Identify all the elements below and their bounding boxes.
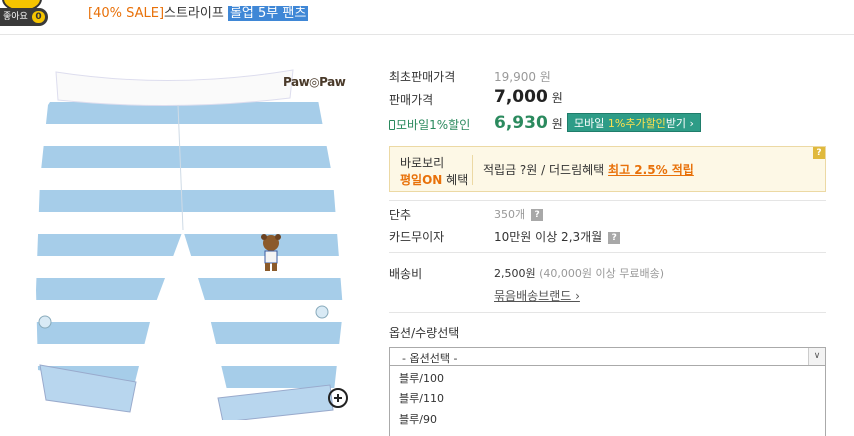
card-label: 카드무이자 xyxy=(389,230,445,244)
mobile-price-value: 6,930 xyxy=(494,113,548,133)
stock-label: 단추 xyxy=(389,208,412,222)
benefit-divider xyxy=(472,155,473,185)
plus-circle-icon[interactable] xyxy=(328,388,348,408)
striped-pants-image xyxy=(36,69,343,423)
bundle-brand-link[interactable]: 묶음배송브랜드 › xyxy=(494,287,580,304)
card-value: 10만원 이상 2,3개월? xyxy=(494,228,621,245)
shipping-note: (40,000원 이상 무료배송) xyxy=(539,267,665,280)
mobile-phone-icon xyxy=(389,120,395,130)
like-label: 좋아요 xyxy=(3,12,28,22)
benefit-on-text: 평일ON xyxy=(400,173,443,187)
stock-value-text: 350개 xyxy=(494,208,526,221)
option-item[interactable]: 블루/90 xyxy=(399,411,437,427)
sale-price-label: 판매가격 xyxy=(389,93,434,107)
help-icon[interactable]: ? xyxy=(608,231,621,244)
mobile-discount-label: 모바일1%할인 xyxy=(389,116,470,133)
sale-price: 7,000 원 xyxy=(494,87,563,107)
sale-price-value: 7,000 xyxy=(494,87,548,107)
title-selected-text: 롤업 5부 팬츠 xyxy=(227,6,309,21)
benefit-title: 바로보리 xyxy=(400,156,445,170)
option-dropdown-list: 블루/100 블루/110 블루/90 xyxy=(389,366,826,436)
mobile-discount-button[interactable]: 모바일 1%추가할인받기 › xyxy=(567,113,701,132)
divider xyxy=(389,312,826,313)
shipping-fee: 2,500원 xyxy=(494,267,536,280)
benefit-desc-prefix: 적립금 ?원 / 더드림혜택 xyxy=(483,163,605,177)
option-select-value: - 옵션선택 - xyxy=(402,352,458,365)
stock-value: 350개? xyxy=(494,206,544,222)
options-label: 옵션/수량선택 xyxy=(389,326,460,340)
mobile-price: 6,930 원 xyxy=(494,113,563,133)
divider xyxy=(389,252,826,253)
like-count: 0 xyxy=(32,11,45,23)
original-price-label: 최초판매가격 xyxy=(389,70,456,84)
product-image[interactable]: Paw◎Paw xyxy=(18,60,358,423)
chevron-down-icon[interactable]: ∨ xyxy=(808,348,825,365)
original-price-value: 19,900 원 xyxy=(494,70,551,84)
mobile-discount-text: 모바일1%할인 xyxy=(396,118,471,132)
option-item[interactable]: 블루/100 xyxy=(399,370,444,386)
mobile-btn-prefix: 모바일 xyxy=(574,117,605,130)
title-name: 스트라이프 xyxy=(164,6,224,21)
option-select[interactable]: - 옵션선택 - ∨ xyxy=(389,347,826,366)
header-divider xyxy=(0,34,854,35)
benefit-subtitle: 평일ON 혜택 xyxy=(400,171,468,188)
title-sale-tag: [40% SALE] xyxy=(88,6,165,21)
shipping-label: 배송비 xyxy=(389,267,423,281)
shipping-value: 2,500원 (40,000원 이상 무료배송) xyxy=(494,265,664,281)
like-badge[interactable]: 좋아요 0 xyxy=(0,0,48,30)
product-title: [40% SALE]스트라이프 롤업 5부 팬츠 xyxy=(88,2,309,21)
mobile-price-unit: 원 xyxy=(551,117,563,131)
help-icon[interactable]: ? xyxy=(531,209,544,221)
like-pill: 좋아요 0 xyxy=(0,8,48,26)
option-item[interactable]: 블루/110 xyxy=(399,390,444,406)
mobile-btn-suffix: 받기 › xyxy=(665,117,694,130)
card-value-text: 10만원 이상 2,3개월 xyxy=(494,230,603,244)
benefit-description: 적립금 ?원 / 더드림혜택 최고 2.5% 적립 xyxy=(483,161,694,178)
benefit-box: 바로보리 평일ON 혜택 적립금 ?원 / 더드림혜택 최고 2.5% 적립 ? xyxy=(389,146,826,192)
help-icon[interactable]: ? xyxy=(813,147,825,159)
benefit-desc-link[interactable]: 최고 2.5% 적립 xyxy=(608,163,694,177)
brand-logo: Paw◎Paw xyxy=(283,75,346,89)
sale-price-unit: 원 xyxy=(551,91,563,105)
mobile-btn-highlight: 1%추가할인 xyxy=(607,117,666,130)
divider xyxy=(389,200,826,201)
benefit-rest-text: 혜택 xyxy=(446,173,469,187)
